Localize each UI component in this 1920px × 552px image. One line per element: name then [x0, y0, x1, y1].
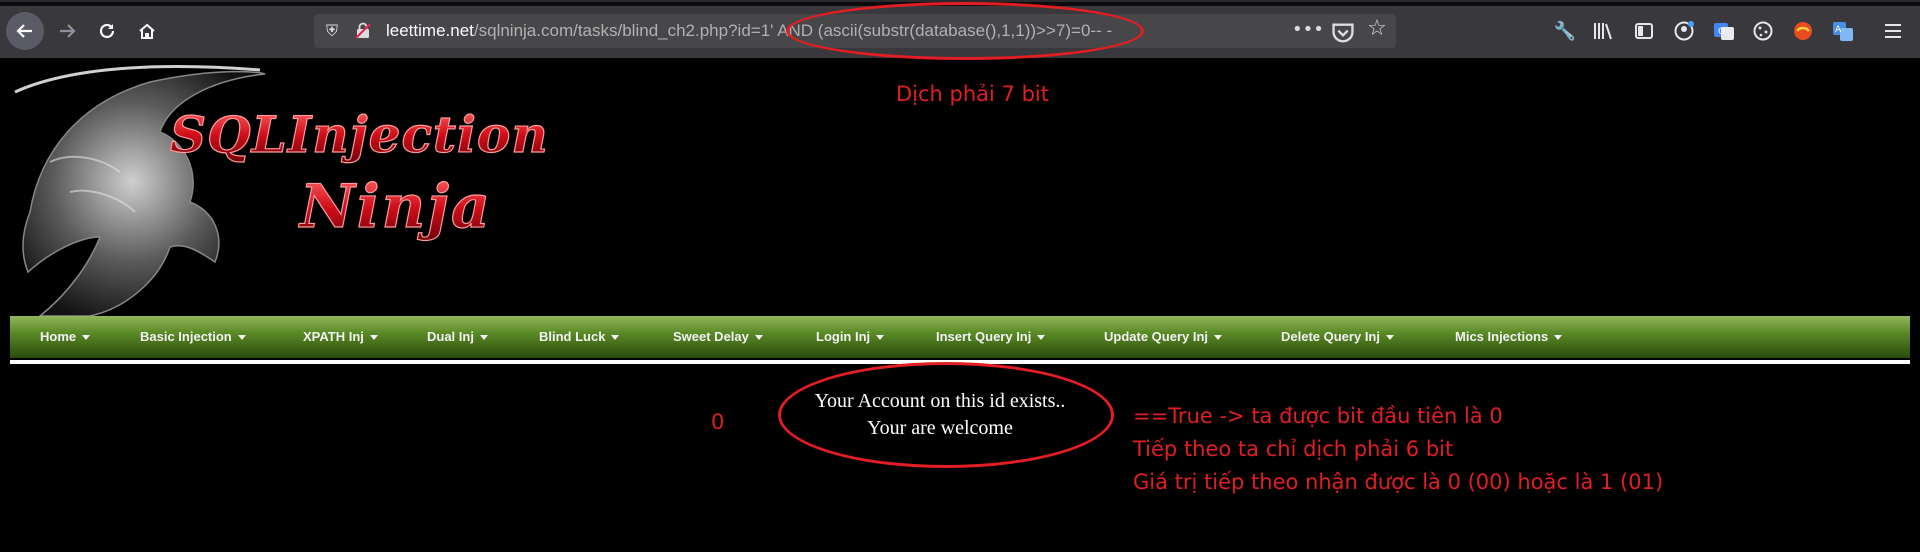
menu-label: Basic Injection [140, 329, 232, 344]
menu-item-xpath-inj[interactable]: XPATH Inj [303, 329, 378, 344]
reload-button[interactable] [90, 14, 124, 48]
caret-down-icon [1037, 335, 1046, 341]
result-highlight-ellipse [778, 362, 1114, 468]
caret-down-icon [754, 335, 763, 341]
caret-down-icon [479, 335, 488, 341]
cookie-extension-icon[interactable] [1750, 18, 1776, 44]
menu-item-dual-inj[interactable]: Dual Inj [427, 329, 488, 344]
back-button[interactable] [6, 12, 44, 50]
annotation-line1: ==True -> ta được bit đầu tiên là 0 [1133, 404, 1503, 428]
bookmark-star-icon[interactable]: ☆ [1364, 16, 1390, 41]
caret-down-icon [237, 335, 246, 341]
menu-item-insert-query-inj[interactable]: Insert Query Inj [936, 329, 1046, 344]
menu-label: Home [40, 329, 77, 344]
menu-label: Dual Inj [427, 329, 474, 344]
translator-extension-icon[interactable]: A [1830, 18, 1856, 44]
home-icon [139, 23, 155, 39]
tracking-shield-icon[interactable]: ⛨ [322, 21, 342, 41]
pocket-icon[interactable] [1330, 21, 1356, 45]
menu-item-delete-query-inj[interactable]: Delete Query Inj [1281, 329, 1394, 344]
wrench-icon[interactable]: 🔧 [1552, 18, 1578, 44]
menu-label: Update Query Inj [1104, 329, 1209, 344]
menu-item-sweet-delay[interactable]: Sweet Delay [673, 329, 763, 344]
annotation-line3: Giá trị tiếp theo nhận được là 0 (00) ho… [1133, 470, 1664, 494]
main-menu-bar: Home Basic Injection XPATH Inj Dual Inj … [10, 316, 1910, 358]
caret-down-icon [1214, 335, 1223, 341]
sidebar-icon[interactable] [1631, 18, 1657, 44]
account-icon[interactable] [1671, 18, 1697, 44]
menu-label: Sweet Delay [673, 329, 749, 344]
caret-down-icon [369, 335, 378, 341]
caret-down-icon [1385, 335, 1394, 341]
menu-item-blind-luck[interactable]: Blind Luck [539, 329, 620, 344]
menu-item-update-query-inj[interactable]: Update Query Inj [1104, 329, 1223, 344]
caret-down-icon [611, 335, 620, 341]
svg-text:A: A [1835, 25, 1842, 35]
hackbar-extension-icon[interactable] [1790, 18, 1816, 44]
caret-down-icon [82, 335, 91, 341]
menu-item-login-inj[interactable]: Login Inj [816, 329, 885, 344]
insecure-lock-icon[interactable] [354, 22, 372, 40]
menu-item-basic-injection[interactable]: Basic Injection [140, 329, 246, 344]
menu-label: Mics Injections [1455, 329, 1549, 344]
caret-down-icon [876, 335, 885, 341]
url-highlight-ellipse [786, 2, 1144, 60]
home-button[interactable] [130, 14, 164, 48]
forward-button[interactable] [50, 14, 84, 48]
translate-extension-icon[interactable]: G [1711, 18, 1737, 44]
annotation-line2: Tiếp theo ta chỉ dịch phải 6 bit [1133, 437, 1454, 461]
logo-line1: SQLInjection [170, 105, 549, 164]
url-host: leettime.net [386, 21, 474, 40]
arrow-right-icon [60, 24, 76, 38]
menu-label: Login Inj [816, 329, 871, 344]
menu-label: XPATH Inj [303, 329, 364, 344]
annotation-shift-7: Dịch phải 7 bit [896, 82, 1049, 106]
annotation-explanation: ==True -> ta được bit đầu tiên là 0 Tiếp… [1133, 400, 1663, 499]
library-icon[interactable] [1590, 18, 1616, 44]
result-number: 0 [711, 410, 725, 434]
svg-text:G: G [1718, 27, 1725, 37]
menu-label: Delete Query Inj [1281, 329, 1380, 344]
caret-down-icon [1554, 335, 1563, 341]
menu-label: Blind Luck [539, 329, 606, 344]
menu-item-mics-injections[interactable]: Mics Injections [1455, 329, 1563, 344]
menu-item-home[interactable]: Home [40, 329, 91, 344]
page-actions-icon[interactable]: ••• [1292, 19, 1324, 43]
sql-injection-ninja-logo: SQLInjection Ninja [14, 65, 549, 317]
logo-line2: Ninja [298, 172, 492, 242]
reload-icon [99, 23, 115, 39]
hamburger-menu-icon[interactable] [1880, 18, 1906, 44]
menu-label: Insert Query Inj [936, 329, 1032, 344]
arrow-left-icon [16, 24, 32, 38]
